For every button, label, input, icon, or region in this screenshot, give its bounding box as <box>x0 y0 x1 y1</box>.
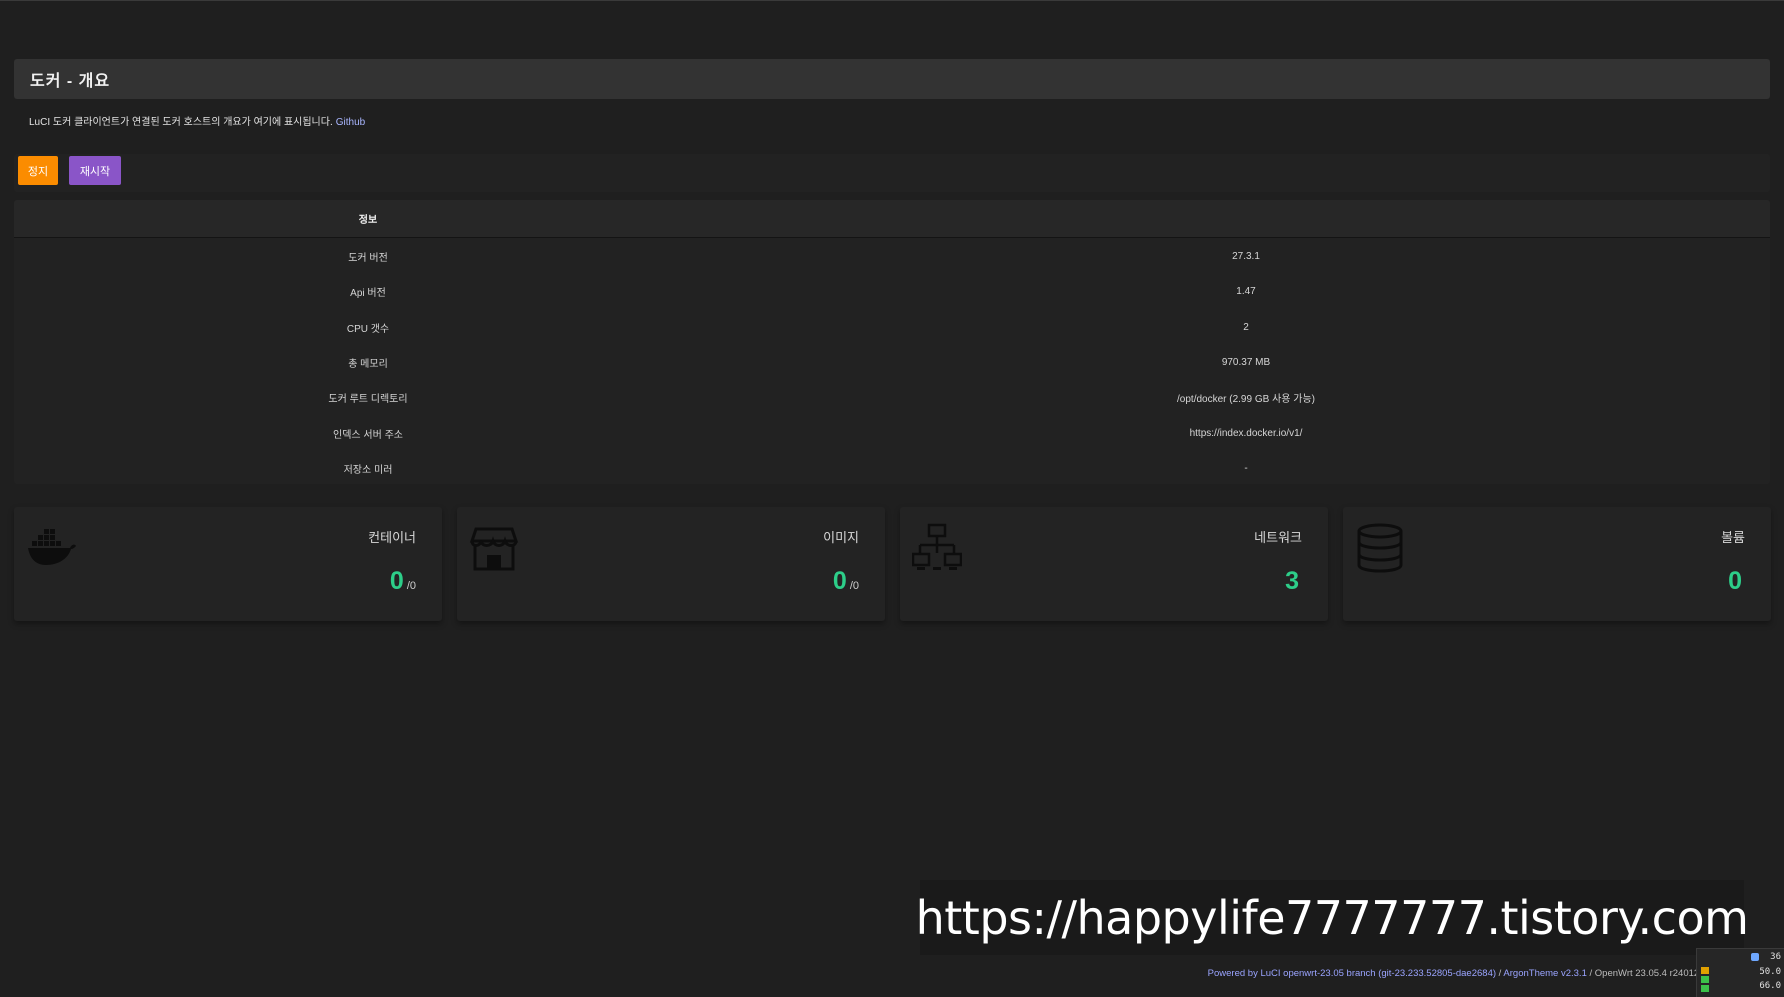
networks-label: 네트워크 <box>1254 530 1302 545</box>
table-row: 저장소 미러 - <box>14 451 1770 484</box>
images-count: 0/0 <box>832 567 859 595</box>
images-label: 이미지 <box>823 530 859 545</box>
networks-card[interactable]: 네트워크 3 <box>900 507 1328 621</box>
cpu-count-key: CPU 갯수 <box>346 323 390 335</box>
page-header: 도커 - 개요 <box>14 59 1770 99</box>
volumes-count: 0 <box>1728 567 1742 595</box>
info-table-header: 정보 <box>14 200 1770 238</box>
database-icon <box>1357 523 1403 573</box>
containers-label: 컨테이너 <box>368 530 416 545</box>
images-card[interactable]: 이미지 0/0 <box>457 507 885 621</box>
table-row: 도커 버전 27.3.1 <box>14 239 1770 274</box>
page-description: LuCI 도커 클라이언트가 연결된 도커 호스트의 개요가 여기에 표시됩니다… <box>29 113 365 128</box>
cpu-count-value: 2 <box>1243 321 1249 333</box>
stop-button[interactable]: 정지 <box>18 156 58 185</box>
total-memory-value: 970.37 MB <box>1221 357 1271 369</box>
description-text: LuCI 도커 클라이언트가 연결된 도커 호스트의 개요가 여기에 표시됩니다… <box>29 117 333 128</box>
system-tray-monitor: 36 50.0 66.0 <box>1696 948 1784 997</box>
info-heading: 정보 <box>358 215 378 226</box>
index-server-key: 인덱스 서버 주소 <box>333 429 403 441</box>
watermark-text: https://happylife7777777.tistory.com <box>915 890 1749 945</box>
api-version-key: Api 버전 <box>350 288 386 300</box>
containers-count: 0/0 <box>389 567 416 595</box>
api-version-value: 1.47 <box>1236 286 1256 298</box>
actions-bar: 정지 재시작 <box>14 154 1770 192</box>
containers-card[interactable]: 컨테이너 0/0 <box>14 507 442 621</box>
docker-root-value: /opt/docker (2.99 GB 사용 가능) <box>1177 394 1315 406</box>
table-row: 총 메모리 970.37 MB <box>14 345 1770 380</box>
github-link[interactable]: Github <box>336 117 365 128</box>
docker-root-key: 도커 루트 디렉토리 <box>328 394 408 406</box>
footer: Powered by LuCI openwrt-23.05 branch (gi… <box>1207 968 1752 979</box>
watermark-overlay: https://happylife7777777.tistory.com <box>916 880 1749 955</box>
top-border <box>0 0 1784 1</box>
networks-count: 3 <box>1285 567 1299 595</box>
docker-version-value: 27.3.1 <box>1232 251 1260 263</box>
table-row: 도커 루트 디렉토리 /opt/docker (2.99 GB 사용 가능) <box>14 380 1770 415</box>
registry-mirror-value: - <box>1244 462 1248 474</box>
page-title: 도커 - 개요 <box>30 73 111 90</box>
luci-link[interactable]: Powered by LuCI openwrt-23.05 branch (gi… <box>1208 968 1496 979</box>
registry-mirror-key: 저장소 미러 <box>343 464 393 476</box>
shield-icon <box>1751 953 1759 961</box>
overview-cards: 컨테이너 0/0 이미지 0/0 네트워크 3 볼륨 0 <box>14 507 1771 621</box>
table-row: CPU 갯수 2 <box>14 310 1770 345</box>
restart-button[interactable]: 재시작 <box>69 156 121 185</box>
network-icon <box>912 523 962 570</box>
info-table: 정보 도커 버전 27.3.1 Api 버전 1.47 CPU 갯수 2 총 메… <box>14 200 1770 484</box>
usage-bars-icon <box>1701 967 1709 993</box>
store-icon <box>469 527 519 571</box>
total-memory-key: 총 메모리 <box>348 359 388 371</box>
table-row: Api 버전 1.47 <box>14 274 1770 309</box>
docker-version-key: 도커 버전 <box>348 253 388 265</box>
volumes-card[interactable]: 볼륨 0 <box>1343 507 1771 621</box>
volumes-label: 볼륨 <box>1721 530 1745 545</box>
theme-link[interactable]: ArgonTheme v2.3.1 <box>1503 968 1586 979</box>
table-row: 인덱스 서버 주소 https://index.docker.io/v1/ <box>14 415 1770 450</box>
docker-whale-icon <box>28 529 76 565</box>
index-server-value: https://index.docker.io/v1/ <box>1189 427 1303 439</box>
